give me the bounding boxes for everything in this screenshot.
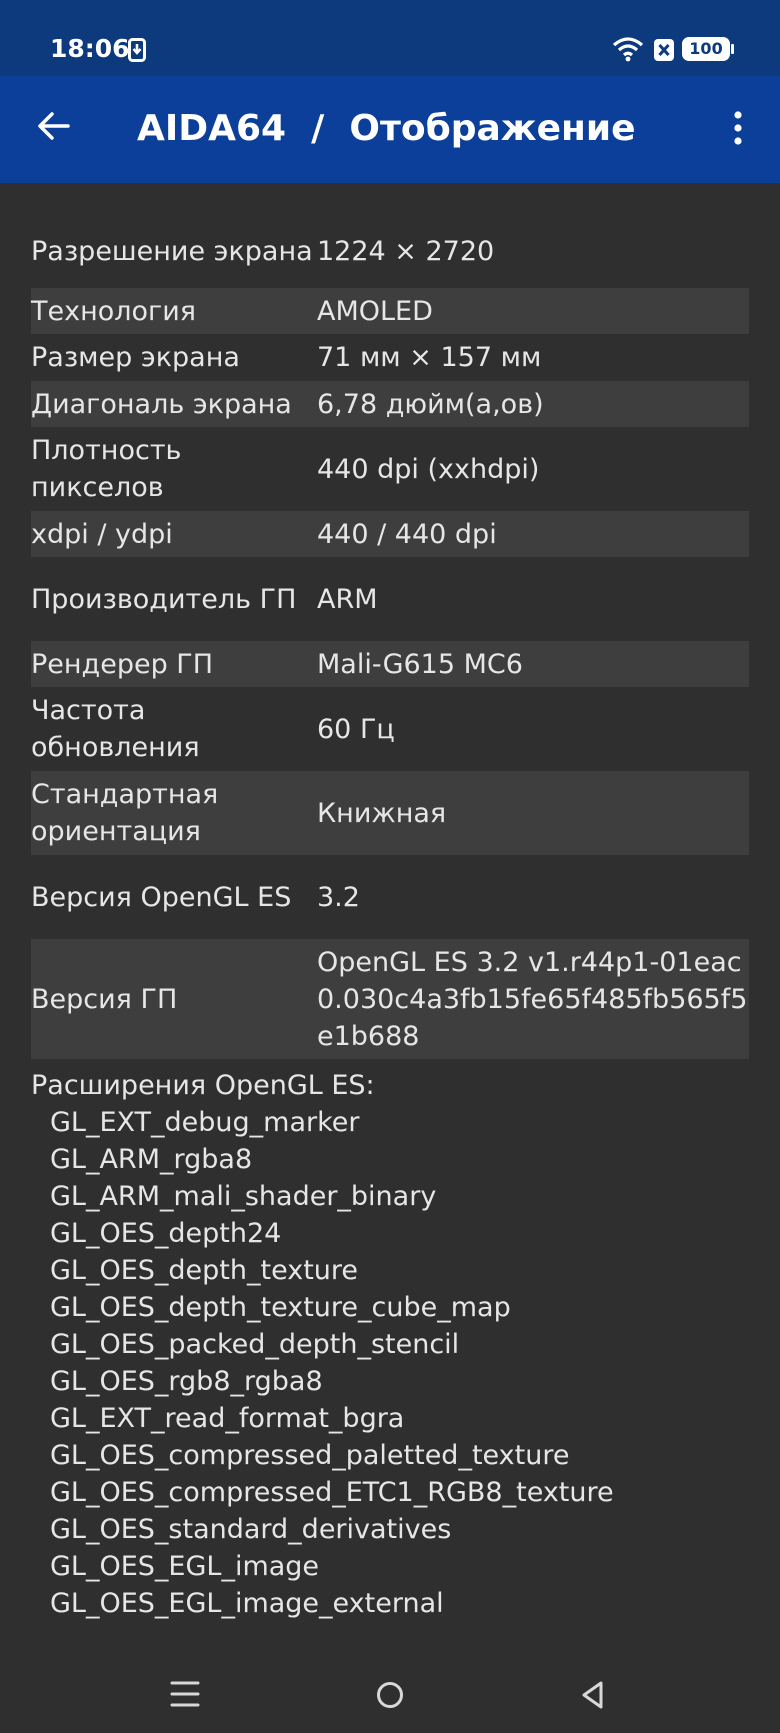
extension-item: GL_ARM_mali_shader_binary: [50, 1181, 437, 1212]
info-label: Разрешение экрана: [31, 235, 313, 267]
info-label: Частота обновления: [31, 695, 200, 763]
info-label: Диагональ экрана: [31, 388, 292, 420]
info-row-technology: Технология AMOLED: [31, 288, 749, 334]
battery-tip: [731, 44, 734, 54]
extension-item: GL_OES_depth_texture_cube_map: [50, 1292, 511, 1323]
home-icon[interactable]: [375, 1680, 405, 1710]
back-nav-icon[interactable]: [580, 1680, 606, 1710]
extension-item: GL_OES_EGL_image: [50, 1551, 320, 1582]
info-value: 6,78 дюйм(а,ов): [317, 388, 544, 420]
status-bar: 18:06 100: [0, 0, 780, 76]
info-row-resolution: Разрешение экрана 1224 × 2720: [31, 214, 749, 288]
info-value: 440 / 440 dpi: [317, 518, 497, 550]
extension-item: GL_OES_compressed_paletted_texture: [50, 1440, 570, 1471]
extension-item: GL_EXT_read_format_bgra: [50, 1403, 405, 1434]
system-navigation-bar: [0, 1640, 780, 1733]
recent-apps-icon[interactable]: [170, 1680, 200, 1708]
app-bar: AIDA64 / Отображение: [0, 76, 780, 183]
info-label: Технология: [31, 295, 197, 327]
info-label: Версия OpenGL ES: [31, 881, 292, 913]
info-value: 71 мм × 157 мм: [317, 342, 542, 373]
info-row-pixel-density: Плотность пикселов 440 dpi (xxhdpi): [31, 427, 749, 511]
info-row-opengl-version: Версия OpenGL ES 3.2: [31, 855, 749, 939]
info-value: Mali-G615 MC6: [317, 648, 523, 680]
info-value: 1224 × 2720: [317, 235, 495, 267]
info-label: Версия ГП: [31, 983, 178, 1015]
info-value: 3.2: [317, 881, 360, 913]
battery-icon: 100: [682, 37, 730, 61]
info-label: Плотность пикселов: [31, 435, 182, 503]
info-label: Стандартная ориентация: [31, 779, 219, 847]
extension-item: GL_ARM_rgba8: [50, 1144, 253, 1175]
extension-item: GL_OES_depth24: [50, 1218, 282, 1249]
info-value: AMOLED: [317, 295, 433, 327]
status-time: 18:06: [50, 34, 130, 63]
info-label: Рендерер ГП: [31, 648, 214, 680]
extension-item: GL_OES_depth_texture: [50, 1255, 359, 1286]
info-value: 60 Гц: [317, 713, 395, 745]
extension-item: GL_OES_rgb8_rgba8: [50, 1366, 323, 1397]
screenshot-icon: [128, 38, 146, 62]
sim-off-icon: [654, 39, 674, 61]
page-title: AIDA64 / Отображение: [137, 108, 636, 149]
info-row-gpu-renderer: Рендерер ГП Mali-G615 MC6: [31, 641, 749, 687]
wifi-icon: [612, 37, 644, 62]
info-value: ARM: [317, 583, 378, 615]
info-value: Книжная: [317, 797, 447, 829]
extensions-list: GL_EXT_debug_marker GL_ARM_rgba8 GL_ARM_…: [31, 1104, 749, 1622]
info-label: Размер экрана: [31, 342, 240, 373]
extension-item: GL_OES_packed_depth_stencil: [50, 1329, 460, 1360]
back-arrow-icon[interactable]: [34, 106, 74, 146]
battery-level: 100: [689, 39, 723, 58]
info-row-gpu-version: Версия ГП OpenGL ES 3.2 v1.r44p1-01eac0.…: [31, 939, 749, 1059]
info-value: OpenGL ES 3.2 v1.r44p1-01eac0.030c4a3fb1…: [317, 946, 748, 1052]
info-row-screen-size: Размер экрана 71 мм × 157 мм: [31, 334, 749, 381]
extension-item: GL_OES_compressed_ETC1_RGB8_texture: [50, 1477, 614, 1508]
more-options-icon[interactable]: [728, 110, 748, 146]
info-row-orientation: Стандартная ориентация Книжная: [31, 771, 749, 855]
info-value: 440 dpi (xxhdpi): [317, 453, 540, 485]
extension-item: GL_OES_EGL_image_external: [50, 1588, 444, 1619]
info-label: Производитель ГП: [31, 583, 297, 615]
info-row-refresh-rate: Частота обновления 60 Гц: [31, 687, 749, 771]
extensions-heading: Расширения OpenGL ES:: [31, 1070, 375, 1101]
extension-item: GL_EXT_debug_marker: [50, 1107, 360, 1138]
info-row-diagonal: Диагональ экрана 6,78 дюйм(а,ов): [31, 381, 749, 427]
info-row-dpi: xdpi / ydpi 440 / 440 dpi: [31, 511, 749, 557]
info-row-gpu-vendor: Производитель ГП ARM: [31, 557, 749, 641]
display-info-list: Разрешение экрана 1224 × 2720 Технология…: [31, 214, 749, 1622]
extension-item: GL_OES_standard_derivatives: [50, 1514, 452, 1545]
info-label: xdpi / ydpi: [31, 518, 173, 550]
